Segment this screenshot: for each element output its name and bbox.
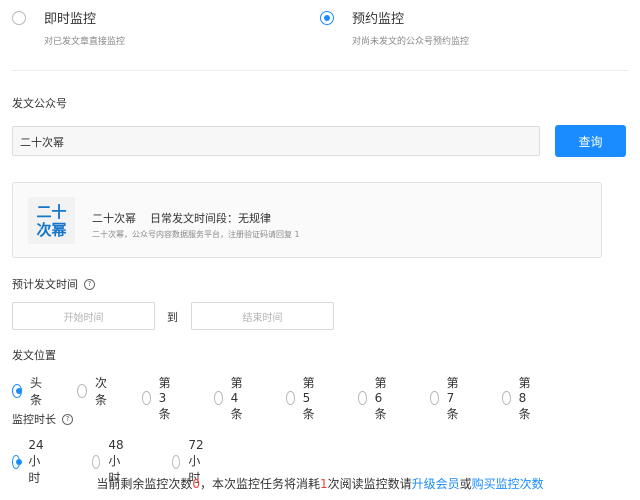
- cost-count: 1: [319, 477, 328, 491]
- to-label: 到: [167, 311, 178, 324]
- buy-link[interactable]: 购买监控次数: [472, 477, 544, 491]
- account-input-value: 二十次幂: [20, 136, 64, 149]
- position-radio-6[interactable]: [358, 391, 367, 405]
- duration-label: 监控时长: [12, 413, 56, 426]
- position-radio-3[interactable]: [142, 391, 151, 405]
- account-name: 二十次幂: [92, 212, 136, 225]
- account-intro: 二十次幂，公众号内容数据服务平台，注册验证码请回复 1: [92, 230, 300, 239]
- position-option-label: 第3条: [158, 376, 171, 421]
- mode-scheduled-desc: 对尚未发文的公众号预约监控: [352, 37, 470, 47]
- position-option-7[interactable]: 第7条: [430, 374, 464, 422]
- upgrade-link[interactable]: 升级会员: [412, 477, 460, 491]
- account-schedule: 日常发文时间段：无规律: [150, 212, 271, 225]
- position-option-5[interactable]: 第5条: [286, 374, 320, 422]
- position-option-label: 头条: [30, 376, 43, 407]
- mode-instant[interactable]: 即时监控 对已发文章直接监控: [12, 8, 262, 48]
- account-input[interactable]: 二十次幂: [12, 126, 540, 156]
- mode-scheduled[interactable]: 预约监控 对尚未发文的公众号预约监控: [320, 8, 620, 48]
- quota-notice: 当前剩余监控次数0，本次监控任务将消耗1次阅读监控数请升级会员或购买监控次数: [0, 475, 640, 492]
- position-option-8[interactable]: 第8条: [502, 374, 536, 422]
- quota-text-2: ，本次监控任务将消耗: [199, 477, 320, 491]
- account-avatar: 二十 次幂: [28, 197, 75, 244]
- duration-radio-24[interactable]: [12, 455, 23, 469]
- mode-instant-desc: 对已发文章直接监控: [44, 37, 126, 47]
- position-option-4[interactable]: 第4条: [214, 374, 248, 422]
- position-option-label: 第4条: [230, 376, 243, 421]
- start-time-input[interactable]: 开始时间: [12, 302, 155, 330]
- account-label: 发文公众号: [12, 97, 67, 110]
- mode-instant-radio[interactable]: [12, 11, 26, 25]
- position-option-label: 第5条: [302, 376, 315, 421]
- position-option-label: 第7条: [446, 376, 459, 421]
- mode-scheduled-radio[interactable]: [320, 11, 334, 25]
- position-option-2[interactable]: 次条: [77, 374, 111, 408]
- position-radio-8[interactable]: [502, 391, 511, 405]
- position-radio-2[interactable]: [77, 384, 87, 398]
- quota-text-1: 当前剩余监控次数: [96, 477, 193, 491]
- position-label: 发文位置: [12, 349, 56, 362]
- position-radio-1[interactable]: [12, 384, 22, 398]
- account-card: 二十 次幂 二十次幂 日常发文时间段：无规律 二十次幂，公众号内容数据服务平台，…: [12, 182, 602, 258]
- end-time-input[interactable]: 结束时间: [191, 302, 334, 330]
- query-button[interactable]: 查询: [555, 125, 626, 157]
- position-option-label: 第8条: [518, 376, 531, 421]
- position-radio-7[interactable]: [430, 391, 439, 405]
- quota-text-3: 次阅读监控数请: [327, 477, 412, 491]
- help-icon[interactable]: ?: [84, 278, 95, 290]
- position-radio-4[interactable]: [214, 391, 223, 405]
- avatar-line-2: 次幂: [36, 220, 67, 239]
- position-option-1[interactable]: 头条: [12, 374, 46, 408]
- mode-instant-title: 即时监控: [44, 12, 97, 27]
- quota-or: 或: [459, 477, 472, 491]
- section-divider: [12, 70, 628, 71]
- duration-radio-48[interactable]: [92, 455, 101, 469]
- publish-time-label: 预计发文时间: [12, 278, 78, 291]
- remaining-count: 0: [192, 477, 200, 491]
- duration-radio-72[interactable]: [172, 455, 181, 469]
- duration-header: 监控时长 ?: [12, 411, 73, 427]
- publish-time-header: 预计发文时间 ?: [12, 276, 95, 292]
- position-option-label: 次条: [95, 376, 108, 407]
- position-option-3[interactable]: 第3条: [142, 374, 176, 422]
- position-radio-5[interactable]: [286, 391, 295, 405]
- help-icon[interactable]: ?: [62, 413, 73, 425]
- position-option-6[interactable]: 第6条: [358, 374, 392, 422]
- avatar-line-1: 二十: [36, 202, 67, 221]
- mode-scheduled-title: 预约监控: [352, 12, 405, 27]
- position-option-label: 第6条: [374, 376, 387, 421]
